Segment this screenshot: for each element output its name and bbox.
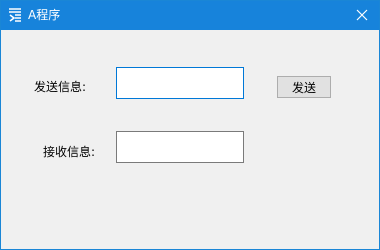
title-bar[interactable]: A程序 [1, 1, 379, 30]
close-button[interactable] [345, 1, 379, 30]
receive-message-label: 接收信息: [43, 145, 96, 159]
logo-icon [7, 7, 23, 23]
window-title: A程序 [28, 8, 61, 22]
close-icon [356, 6, 368, 25]
send-button[interactable]: 发送 [277, 76, 331, 98]
app-window: A程序 发送信息: 发送 接收信息: [0, 0, 380, 250]
send-message-input[interactable] [116, 67, 244, 99]
send-message-label: 发送信息: [34, 80, 87, 94]
receive-message-input[interactable] [116, 131, 244, 163]
